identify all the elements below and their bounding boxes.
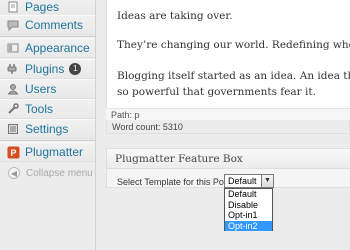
option-opt-in1[interactable]: Opt-in1 <box>225 210 272 221</box>
sidebar-item-label: Tools <box>25 102 54 116</box>
sidebar-item-appearance[interactable]: Appearance <box>0 38 95 58</box>
sidebar-item-settings[interactable]: Settings <box>0 119 95 139</box>
editor-path: Path: p <box>106 108 350 120</box>
pages-icon <box>5 0 21 15</box>
admin-sidebar: Pages Comments Appearance Plugins 1 User… <box>0 0 96 250</box>
sidebar-item-comments[interactable]: Comments <box>0 15 95 35</box>
sidebar-item-label: Plugins <box>25 62 65 76</box>
sidebar-item-tools[interactable]: Tools <box>0 99 95 119</box>
editor-paragraph: They’re changing our world. Redefining w… <box>117 39 350 51</box>
sidebar-item-label: Plugmatter <box>25 145 84 159</box>
sidebar-item-label: Settings <box>25 122 69 136</box>
feature-box-title[interactable]: Plugmatter Feature Box <box>107 149 350 169</box>
menu-separator <box>0 140 95 141</box>
template-dropdown-list: Default Disable Opt-in1 Opt-in2 <box>224 188 273 231</box>
option-default[interactable]: Default <box>225 189 272 200</box>
tools-icon <box>5 101 21 117</box>
sidebar-item-label: Pages <box>25 0 60 14</box>
appearance-icon <box>5 40 21 56</box>
editor-paragraph: Blogging itself started as an idea. An i… <box>117 70 350 82</box>
chevron-down-icon[interactable]: ▼ <box>261 175 273 187</box>
sidebar-item-users[interactable]: Users <box>0 79 95 99</box>
collapse-menu-button[interactable]: ◀ Collapse menu <box>0 165 95 181</box>
select-template-label: Select Template for this Post: <box>117 177 234 187</box>
template-select[interactable]: Default ▼ <box>224 174 274 188</box>
sidebar-item-label: Users <box>25 82 57 96</box>
svg-text:P: P <box>10 148 16 158</box>
post-editor[interactable]: Ideas are taking over. They’re changing … <box>106 0 350 118</box>
settings-icon <box>5 121 21 137</box>
users-icon <box>5 81 21 97</box>
comments-icon <box>5 17 21 33</box>
sidebar-item-plugins[interactable]: Plugins 1 <box>0 59 95 79</box>
word-count: Word count: 5310 <box>106 120 350 134</box>
editor-paragraph: so powerful that governments fear it. <box>117 86 316 98</box>
collapse-menu-label: Collapse menu <box>26 167 93 179</box>
collapse-arrow-icon: ◀ <box>8 167 20 179</box>
option-disable[interactable]: Disable <box>225 200 272 211</box>
template-select-value: Default <box>228 176 257 186</box>
option-opt-in2[interactable]: Opt-in2 <box>225 220 272 231</box>
update-count-badge: 1 <box>69 63 82 75</box>
plugins-icon <box>5 61 21 77</box>
sidebar-item-plugmatter[interactable]: P Plugmatter <box>0 142 95 162</box>
editor-paragraph: Ideas are taking over. <box>117 10 233 22</box>
menu-separator <box>0 36 95 37</box>
sidebar-item-label: Comments <box>25 18 84 32</box>
plugmatter-icon: P <box>5 144 21 160</box>
sidebar-item-label: Appearance <box>25 41 90 55</box>
